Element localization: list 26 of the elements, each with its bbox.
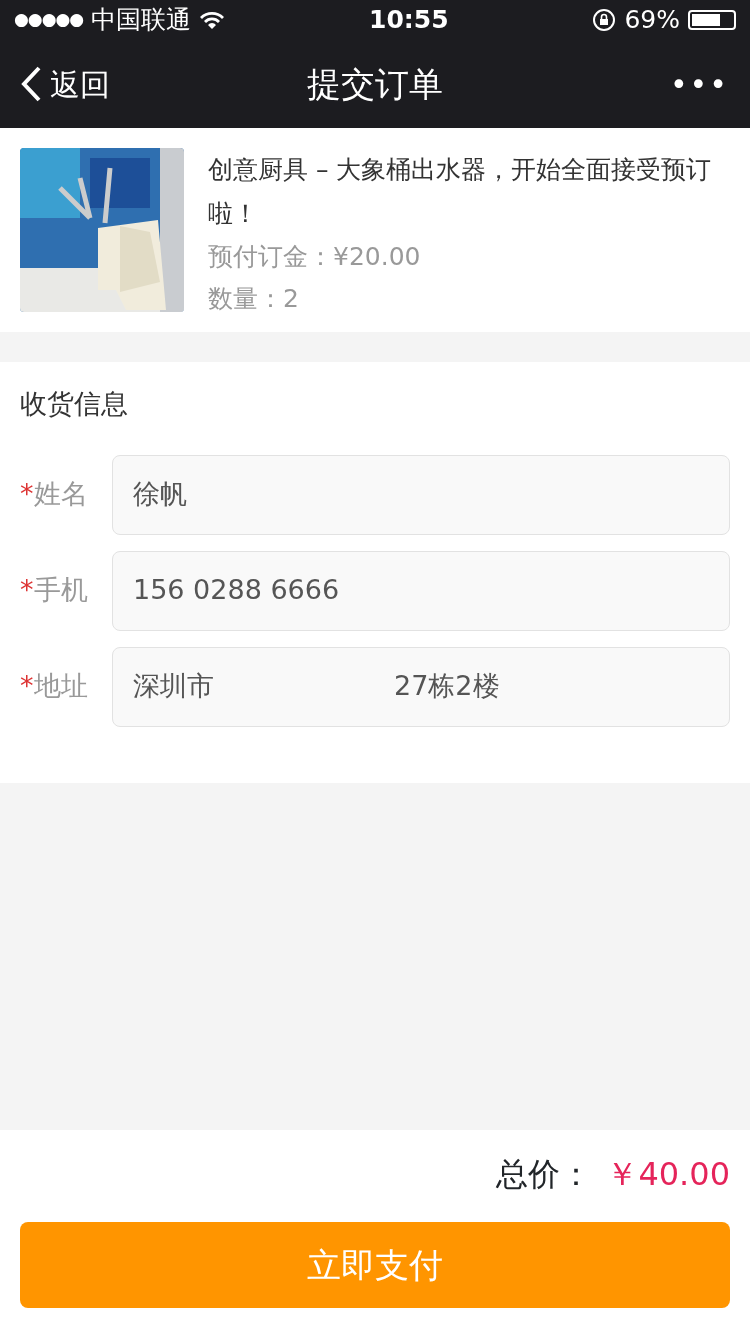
field-label: 手机 xyxy=(33,573,88,608)
total-label: 总价： xyxy=(496,1154,593,1195)
page-title: 提交订单 xyxy=(307,62,443,106)
field-label: 地址 xyxy=(33,669,88,704)
deposit-price: 预付订金：¥20.00 xyxy=(208,241,422,273)
input-field[interactable]: 深圳市 27栋2楼 xyxy=(112,646,730,727)
required-mark: * xyxy=(20,573,34,608)
carrier-name: 中国联通 xyxy=(91,4,192,37)
field-label: 姓名 xyxy=(33,477,88,512)
quantity-text: 数量：2 xyxy=(208,283,300,315)
battery-percent: 69% xyxy=(624,4,680,37)
section-title: 收货信息 xyxy=(20,387,129,421)
rotation-lock-icon xyxy=(592,8,617,32)
back-chevron-icon xyxy=(20,66,42,102)
battery-icon xyxy=(688,10,736,30)
back-link[interactable]: 返回 xyxy=(20,61,160,107)
more-button[interactable]: ••• xyxy=(590,60,730,108)
product-title: 创意厨具 – 大象桶出水器，开始全面接受预订啦！ xyxy=(208,154,713,230)
total-price: ￥40.00 xyxy=(606,1154,730,1195)
input-field[interactable]: 徐帆 xyxy=(112,454,730,535)
input-field[interactable]: 156 0288 6666 xyxy=(112,550,730,631)
wifi-icon xyxy=(199,10,226,30)
required-mark: * xyxy=(20,669,34,704)
clock-time: 10:55 xyxy=(368,4,450,37)
signal-dots: ●●●●● xyxy=(14,8,84,32)
required-mark: * xyxy=(20,477,34,512)
